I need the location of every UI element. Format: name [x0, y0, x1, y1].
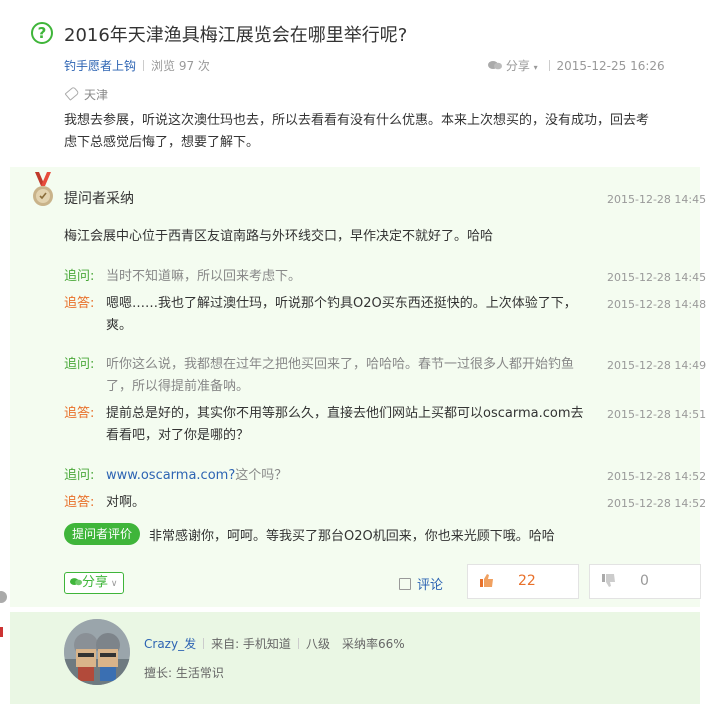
follow-up-time: 2015-12-28 14:45: [607, 271, 707, 284]
divider: [297, 638, 299, 649]
share-icon: [488, 61, 502, 70]
asker-evaluation-badge: 提问者评价: [64, 523, 141, 545]
question-body: 我想去参展，听说这次澳仕玛也去，所以去看看有没有什么优惠。本来上次想买的，没有成…: [64, 113, 650, 150]
follow-up-text: 嗯嗯……我也了解过澳仕玛，听说那个钓具O2O买东西还挺快的。上次体验了下，爽。: [106, 296, 577, 333]
thumbs-up-icon: [480, 574, 493, 587]
follow-up-time: 2015-12-28 14:52: [607, 470, 707, 483]
answerer-card: Crazy_发 来自: 手机知道 八级 采纳率66% 擅长: 生活常识: [10, 612, 700, 704]
reply-label: 追答:: [64, 495, 95, 510]
view-count: 浏览 97 次: [151, 59, 210, 73]
tag-label: 天津: [84, 88, 109, 102]
answerer-level: 八级: [305, 637, 330, 651]
avatar[interactable]: [64, 619, 130, 685]
adopted-answer: 提问者采纳 2015-12-28 14:45 梅江会展中心位于西青区友谊南路与外…: [10, 167, 706, 607]
medal-icon: [33, 172, 53, 206]
edge-dot: [0, 591, 7, 603]
reply-label: 追答:: [64, 296, 95, 311]
comment-icon: [399, 578, 411, 590]
ask-label: 追问:: [64, 468, 95, 483]
downvote-count: 0: [640, 573, 649, 589]
ask-label: 追问:: [64, 269, 95, 284]
tag-icon: [64, 86, 80, 101]
follow-up-question: 追问: 听你这么说，我都想在过年之把他买回来了，哈哈哈。春节一过很多人都开始钓鱼…: [64, 354, 594, 398]
follow-up-text: 当时不知道嘛，所以回来考虑下。: [106, 269, 302, 284]
question-tag[interactable]: 天津: [64, 86, 109, 103]
comment-button[interactable]: 评论: [399, 574, 443, 593]
share-menu[interactable]: 分享 ▾: [488, 59, 542, 73]
answerer-info: Crazy_发 来自: 手机知道 八级 采纳率66%: [144, 635, 405, 652]
divider: [548, 60, 550, 71]
answerer-expertise: 擅长: 生活常识: [144, 666, 224, 680]
question-time: 2015-12-25 16:26: [556, 59, 665, 73]
downvote-button[interactable]: 0: [589, 564, 701, 599]
asker-link[interactable]: 钓手愿者上钩: [64, 59, 136, 73]
ask-label: 追问:: [64, 357, 95, 372]
chevron-down-icon: ∨: [108, 579, 118, 589]
share-button[interactable]: 分享 ∨: [64, 572, 124, 594]
answer-time: 2015-12-28 14:45: [607, 193, 707, 206]
follow-up-text: 提前总是好的，其实你不用等那么久，直接去他们网站上买都可以oscarma.com…: [106, 406, 584, 443]
question-title: 2016年天津渔具梅江展览会在哪里举行呢?: [64, 25, 408, 46]
website-link[interactable]: www.oscarma.com?: [106, 468, 235, 483]
follow-up-answer: 追答: 提前总是好的，其实你不用等那么久，直接去他们网站上买都可以oscarma…: [64, 403, 594, 447]
comment-label: 评论: [417, 578, 444, 593]
thumbs-down-icon: [602, 574, 615, 587]
follow-up-time: 2015-12-28 14:49: [607, 359, 707, 372]
divider: [143, 60, 145, 71]
adopt-rate: 采纳率66%: [341, 637, 405, 651]
divider: [203, 638, 205, 649]
share-label: 分享: [505, 59, 530, 73]
share-icon: [70, 578, 82, 586]
answerer-source: 来自: 手机知道: [211, 637, 291, 651]
follow-up-text: 这个吗？: [235, 468, 288, 483]
follow-up-time: 2015-12-28 14:52: [607, 497, 707, 510]
adopted-label: 提问者采纳: [64, 191, 134, 207]
question-meta: 钓手愿者上钩 浏览 97 次: [64, 57, 210, 74]
upvote-count: 22: [518, 573, 536, 589]
follow-up-text: 听你这么说，我都想在过年之把他买回来了，哈哈哈。春节一过很多人都开始钓鱼了，所以…: [106, 357, 575, 394]
follow-up-time: 2015-12-28 14:48: [607, 298, 707, 311]
question-share-area: 分享 ▾ 2015-12-25 16:26: [488, 57, 665, 74]
asker-evaluation-text: 非常感谢你，呵呵。等我买了那台O2O机回来，你也来光顾下哦。哈哈: [149, 529, 555, 544]
follow-up-answer: 追答: 对啊。: [64, 492, 594, 514]
question-mark-icon: ?: [31, 22, 53, 44]
share-label: 分享: [82, 575, 109, 590]
answerer-name[interactable]: Crazy_发: [144, 637, 196, 651]
answer-body: 梅江会展中心位于西青区友谊南路与外环线交口，早作决定不就好了。哈哈: [64, 229, 494, 244]
follow-up-text: 对啊。: [106, 495, 146, 510]
follow-up-answer: 追答: 嗯嗯……我也了解过澳仕玛，听说那个钓具O2O买东西还挺快的。上次体验了下…: [64, 293, 594, 337]
follow-up-question: 追问: www.oscarma.com?这个吗？: [64, 465, 594, 487]
edge-mark: [0, 627, 3, 637]
follow-up-question: 追问: 当时不知道嘛，所以回来考虑下。: [64, 266, 594, 288]
upvote-button[interactable]: 22: [467, 564, 579, 599]
reply-label: 追答:: [64, 406, 95, 421]
question-section: ? 2016年天津渔具梅江展览会在哪里举行呢? 钓手愿者上钩 浏览 97 次 分享…: [0, 0, 700, 165]
caret-down-icon: ▾: [533, 63, 538, 72]
follow-up-time: 2015-12-28 14:51: [607, 408, 707, 421]
